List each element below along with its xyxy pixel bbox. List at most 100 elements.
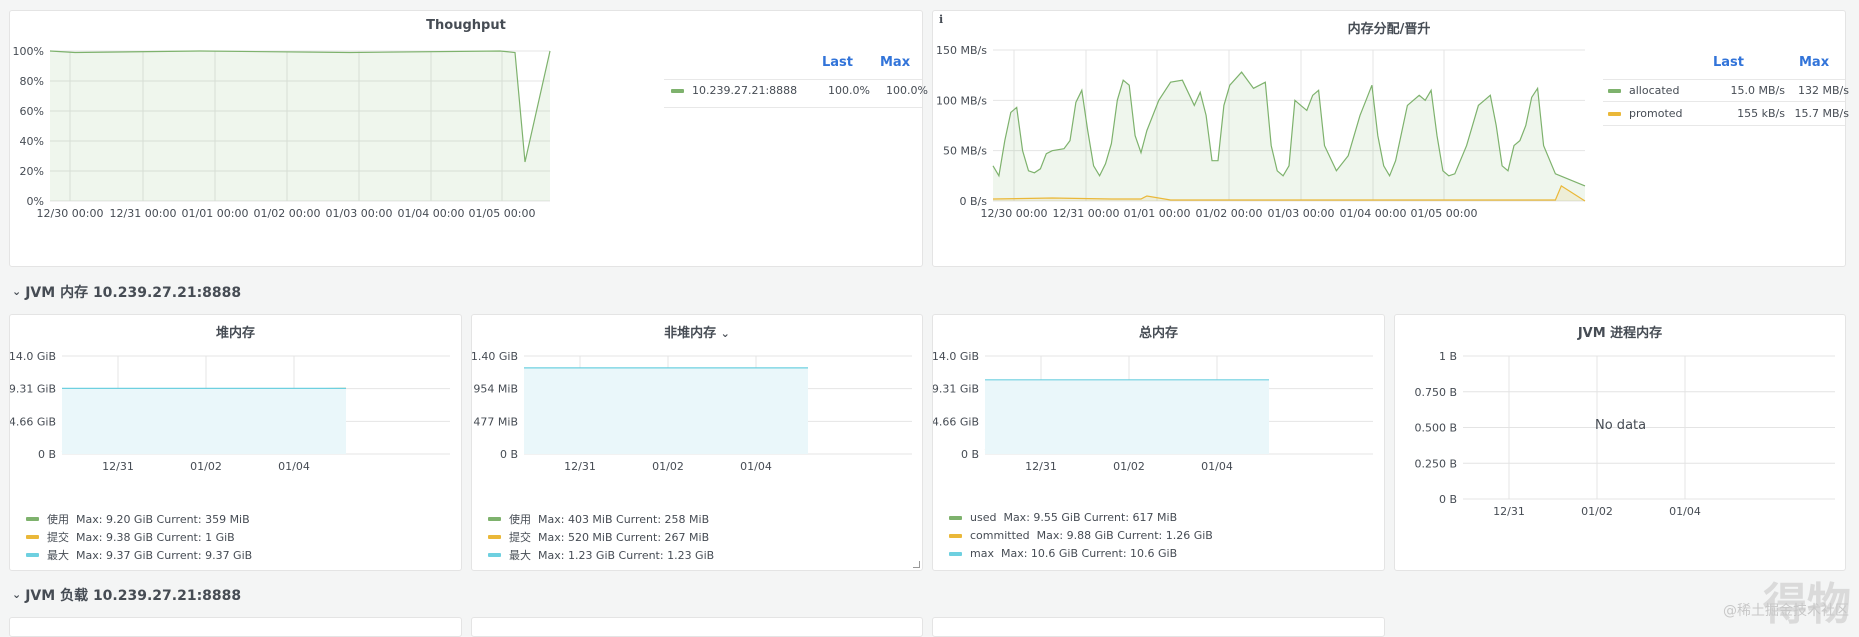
y-tick-label: 954 MiB [473,383,518,396]
y-tick-label: 4.66 GiB [933,415,979,428]
row-header-jvm-load[interactable]: ⌄ JVM 负载 10.239.27.21:8888 [12,585,241,605]
y-tick-label: 14.0 GiB [10,350,56,363]
legend-header-last[interactable]: Last [822,55,853,70]
legend-series-name: 最大 [47,549,69,562]
legend-last-value: 15.0 MB/s [1730,84,1785,97]
alloc-promote-panel[interactable]: i 内存分配/晋升 150 MB/s 100 MB/s 50 MB/s 0 B/s 12… [932,10,1849,268]
legend-max-value: 100.0% [886,84,928,97]
legend-item-allocated[interactable]: allocated 15.0 MB/s 132 MB/s [1608,84,1849,97]
x-tick-label: 12/31 [564,460,596,473]
y-tick-label: 50 MB/s [943,145,987,158]
row-header-jvm-memory[interactable]: ⌄ JVM 内存 10.239.27.21:8888 [12,282,241,302]
x-tick-label: 01/02 [1581,505,1613,518]
x-tick-label: 12/31 [1493,505,1525,518]
process-chart[interactable]: 1 B 0.750 B 0.500 B 0.250 B 0 B 12/31 01/02 01/… [1395,315,1847,572]
legend-header-max[interactable]: Max [880,55,910,70]
throughput-chart[interactable]: 100%80%60%40%20%0%12/30 00:00 12/31 00:00… [10,11,924,268]
legend-swatch [488,535,501,539]
legend-header-max[interactable]: Max [1799,55,1829,70]
x-tick-label: 12/31 [102,460,134,473]
legend-swatch [26,535,39,539]
legend-swatch [1608,88,1621,93]
legend-stats: Max: 403 MiB Current: 258 MiB [538,512,710,526]
y-tick-label: 40% [20,135,44,148]
legend-series-name: used [970,511,997,524]
total-memory-panel[interactable]: 总内存 14.0 GiB 9.31 GiB 4.66 GiB 0 B 12/31 01/0… [932,314,1385,571]
x-tick-label: 01/02 00:00 [254,207,321,220]
watermark-text: @稀土掘金技术社区 [1723,603,1849,619]
legend-item-used[interactable]: 使用 Max: 9.20 GiB Current: 359 MiB [26,511,250,527]
x-tick-label: 12/31 00:00 [1053,207,1120,220]
x-tick-label: 12/30 00:00 [981,207,1048,220]
y-tick-label: 1.40 GiB [472,350,518,363]
legend-divider [664,107,922,108]
legend-stats: Max: 9.55 GiB Current: 617 MiB [1003,511,1178,524]
legend-series-name: 10.239.27.21:8888 [692,84,798,97]
y-tick-label: 0 B [500,448,518,461]
legend-item-promoted[interactable]: promoted 155 kB/s 15.7 MB/s [1608,107,1849,120]
x-tick-label: 01/04 00:00 [1340,207,1407,220]
panel-placeholder [9,617,462,637]
chevron-down-icon[interactable]: ⌄ [12,285,21,298]
heap-memory-panel[interactable]: 堆内存 14.0 GiB 9.31 GiB 4.66 GiB 0 B 12/31 01/0… [9,314,462,571]
x-tick-label: 01/04 [740,460,772,473]
legend-max-value: 15.7 MB/s [1794,107,1849,120]
legend-swatch [488,517,501,521]
legend-series-name: 提交 [47,531,69,544]
resize-handle[interactable] [913,561,920,568]
legend-max-value: 132 MB/s [1798,84,1849,97]
legend-series-name: committed [970,529,1030,542]
legend-divider [1603,101,1845,102]
legend-stats: Max: 520 MiB Current: 267 MiB [538,530,710,544]
legend-header-last[interactable]: Last [1713,55,1744,70]
alloc-chart[interactable]: 150 MB/s100 MB/s50 MB/s0 B/s12/30 00:00 1… [933,11,1847,268]
y-tick-label: 1 B [1439,350,1457,363]
x-tick-label: 01/02 [190,460,222,473]
series-area [985,379,1269,454]
legend-divider [664,79,922,80]
panel-placeholder [471,617,923,637]
y-tick-label: 4.66 GiB [10,415,56,428]
legend-series-name: 提交 [509,531,531,544]
y-tick-label: 477 MiB [473,415,518,428]
y-tick-label: 0 B [1439,493,1457,506]
legend-swatch [488,553,501,557]
chevron-down-icon[interactable]: ⌄ [12,588,21,601]
legend-swatch [26,553,39,557]
y-tick-label: 100% [13,45,44,58]
nonheap-memory-panel[interactable]: 非堆内存 ⌄ 1.40 GiB 954 MiB 477 MiB 0 B 12/31 01/… [471,314,923,571]
legend-swatch [1608,111,1621,116]
panel-placeholder [932,617,1385,637]
x-tick-label: 01/03 00:00 [1268,207,1335,220]
legend-item-used[interactable]: used Max: 9.55 GiB Current: 617 MiB [949,511,1177,524]
y-tick-label: 0.750 B [1414,386,1457,399]
no-data-message: No data [1595,418,1647,433]
process-memory-panel[interactable]: JVM 进程内存 1 B 0.750 B 0.500 B 0.250 B0 B 12/3… [1394,314,1846,571]
legend-series-name: 使用 [509,513,531,526]
y-tick-label: 0.250 B [1414,457,1457,470]
throughput-panel[interactable]: Thoughput 100% 80% 60% 40% 20% 0% 12/30 00:00 1… [9,10,928,268]
series-area [62,388,346,454]
legend-stats: Max: 9.37 GiB Current: 9.37 GiB [76,548,253,562]
legend-item-committed[interactable]: 提交 Max: 520 MiB Current: 267 MiB [488,529,709,545]
legend-last-value: 100.0% [828,84,870,97]
legend-divider [1603,79,1845,80]
legend-item-throughput[interactable]: 10.239.27.21:8888 100.0% 100.0% [671,84,928,97]
y-tick-label: 9.31 GiB [933,383,979,396]
legend-item-max[interactable]: 最大 Max: 9.37 GiB Current: 9.37 GiB [26,547,252,563]
legend-stats: Max: 10.6 GiB Current: 10.6 GiB [1000,547,1178,560]
series-area [50,51,550,201]
legend-item-max[interactable]: max Max: 10.6 GiB Current: 10.6 GiB [949,547,1177,560]
legend-item-used[interactable]: 使用 Max: 403 MiB Current: 258 MiB [488,511,709,527]
legend-stats: Max: 1.23 GiB Current: 1.23 GiB [538,548,715,562]
x-tick-label: 12/31 00:00 [110,207,177,220]
x-tick-label: 01/02 00:00 [1196,207,1263,220]
legend-item-committed[interactable]: committed Max: 9.88 GiB Current: 1.26 Gi… [949,529,1213,542]
x-tick-label: 01/05 00:00 [469,207,536,220]
legend-item-committed[interactable]: 提交 Max: 9.38 GiB Current: 1 GiB [26,529,235,545]
x-tick-label: 01/04 [278,460,310,473]
y-tick-label: 20% [20,165,44,178]
legend-swatch [949,515,962,520]
legend-swatch [949,533,962,538]
legend-item-max[interactable]: 最大 Max: 1.23 GiB Current: 1.23 GiB [488,547,714,563]
